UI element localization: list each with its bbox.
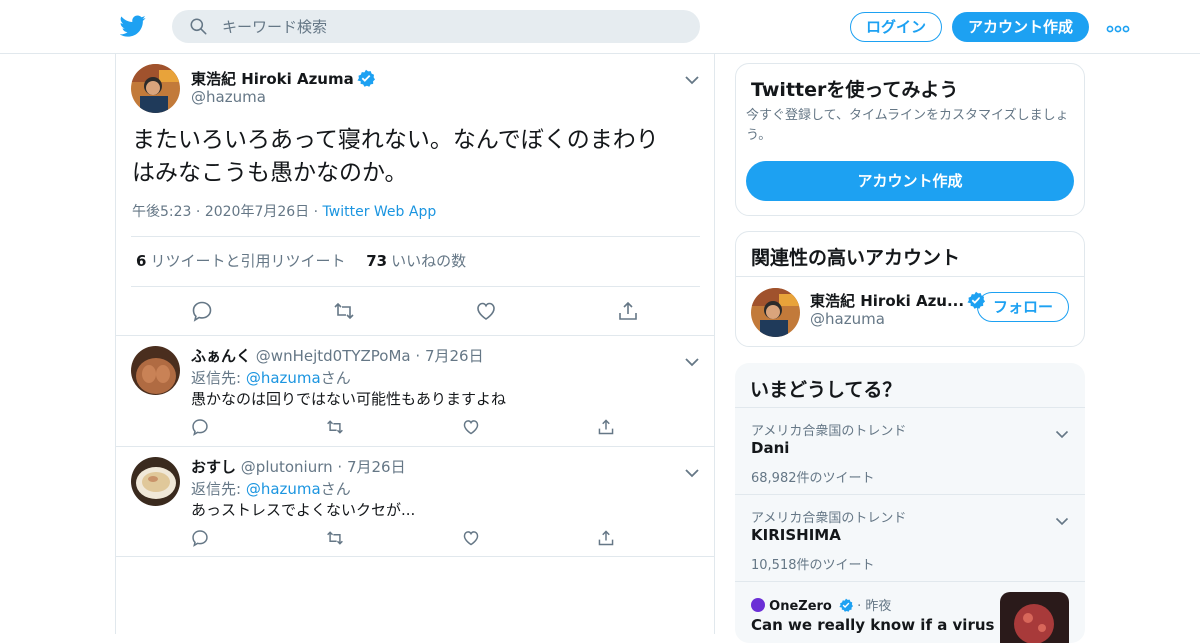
divider	[736, 276, 1084, 277]
like-icon[interactable]	[462, 418, 480, 436]
reply-tweet[interactable]: ふぁんく @wnHejtd0TYZPoMa · 7月26日 返信先: @hazu…	[116, 335, 714, 446]
news-source-line: OneZero · 昨夜	[751, 595, 891, 614]
reply-icon[interactable]	[191, 300, 213, 322]
tweet-time[interactable]: 午後5:23	[132, 204, 191, 220]
trend-item[interactable]: アメリカ合衆国のトレンド Dani 68,982件のツイート	[735, 407, 1085, 494]
like-count: 73	[366, 252, 388, 270]
trend-count: 68,982件のツイート	[751, 471, 875, 486]
retweet-icon[interactable]	[326, 529, 344, 547]
signup-button[interactable]: アカウント作成	[952, 12, 1089, 42]
news-source-name[interactable]: OneZero	[769, 599, 832, 614]
reply-text: あっストレスでよくないクセが...	[191, 501, 416, 519]
signup-card: Twitterを使ってみよう 今すぐ登録して、タイムラインをカスタマイズしましょ…	[735, 63, 1085, 216]
news-thumbnail[interactable]	[1000, 592, 1069, 643]
share-icon[interactable]	[597, 529, 615, 547]
trend-name[interactable]: KIRISHIMA	[751, 526, 841, 544]
related-accounts-card: 関連性の高いアカウント 東浩紀 Hiroki Azu... @hazuma フォ…	[735, 231, 1085, 347]
create-account-button[interactable]: アカウント作成	[746, 161, 1074, 201]
author-avatar[interactable]	[131, 64, 180, 113]
replying-to: 返信先: @hazumaさん	[191, 367, 351, 388]
replying-to-prefix: 返信先:	[191, 369, 242, 387]
reply-icon[interactable]	[191, 529, 209, 547]
news-headline[interactable]: Can we really know if a virus was	[751, 616, 1033, 634]
chevron-down-icon[interactable]	[1055, 424, 1069, 439]
retweet-label: リツイートと引用リツイート	[150, 252, 346, 270]
top-bar: ログイン アカウント作成	[0, 0, 1200, 54]
search-icon	[190, 18, 207, 35]
replying-to-link[interactable]: @hazuma	[246, 480, 321, 498]
tweet-stats: 6 リツイートと引用リツイート 73 いいねの数	[136, 250, 466, 271]
follow-button[interactable]: フォロー	[977, 292, 1069, 322]
reply-author[interactable]: おすし @plutoniurn · 7月26日	[191, 456, 406, 477]
divider	[131, 286, 700, 287]
retweet-icon[interactable]	[326, 418, 344, 436]
chevron-down-icon[interactable]	[684, 70, 700, 85]
like-icon[interactable]	[475, 300, 497, 322]
share-icon[interactable]	[597, 418, 615, 436]
news-item[interactable]: OneZero · 昨夜 Can we really know if a vir…	[735, 581, 1085, 643]
like-stat[interactable]: 73 いいねの数	[366, 252, 466, 270]
reply-date[interactable]: 7月26日	[425, 347, 484, 365]
replying-to: 返信先: @hazumaさん	[191, 478, 351, 499]
tweet-text-line: はみなこうも愚かなのか。	[132, 160, 408, 186]
signup-card-subtitle: 今すぐ登録して、タイムラインをカスタマイズしましょう。	[746, 108, 1069, 143]
search-input[interactable]	[222, 10, 682, 43]
verified-badge-icon	[839, 598, 853, 612]
replying-to-link[interactable]: @hazuma	[246, 369, 321, 387]
trend-location: アメリカ合衆国のトレンド	[751, 511, 907, 526]
reply-text: 愚かなのは回りではない可能性もありますよね	[191, 390, 507, 408]
twitter-bird-icon[interactable]	[119, 13, 146, 39]
reply-author-handle[interactable]: @wnHejtd0TYZPoMa	[256, 347, 411, 365]
related-account-name[interactable]: 東浩紀 Hiroki Azu...	[810, 290, 986, 311]
author-name[interactable]: 東浩紀 Hiroki Azuma	[191, 68, 375, 89]
related-accounts-title: 関連性の高いアカウント	[751, 247, 961, 269]
reply-author-handle[interactable]: @plutoniurn	[241, 458, 333, 476]
like-icon[interactable]	[462, 529, 480, 547]
tweet-text: またいろいろあって寝れない。なんでぼくのまわり はみなこうも愚かなのか。	[132, 124, 702, 190]
retweet-stat[interactable]: 6 リツイートと引用リツイート	[136, 252, 345, 270]
retweet-count: 6	[136, 252, 147, 270]
trend-count: 10,518件のツイート	[751, 558, 875, 573]
reply-date[interactable]: 7月26日	[347, 458, 406, 476]
tweet-meta: 午後5:23 · 2020年7月26日 · Twitter Web App	[132, 204, 437, 220]
trend-name[interactable]: Dani	[751, 439, 789, 457]
related-account-handle[interactable]: @hazuma	[810, 310, 885, 328]
main-column: 東浩紀 Hiroki Azuma @hazuma またいろいろあって寝れない。な…	[115, 54, 715, 634]
verified-badge-icon	[357, 69, 375, 87]
replying-to-suffix: さん	[320, 369, 351, 387]
signup-card-title: Twitterを使ってみよう	[751, 79, 959, 101]
chevron-down-icon[interactable]	[684, 463, 700, 478]
replying-to-prefix: 返信先:	[191, 480, 242, 498]
trends-title: いまどうしてる？	[750, 379, 902, 401]
related-account-avatar[interactable]	[751, 288, 800, 337]
tweet-date[interactable]: 2020年7月26日	[205, 204, 309, 220]
chevron-down-icon[interactable]	[1055, 511, 1069, 526]
reply-author-name[interactable]: おすし	[191, 458, 236, 476]
tweet-source-link[interactable]: Twitter Web App	[323, 204, 437, 220]
reply-avatar[interactable]	[131, 346, 180, 395]
retweet-icon[interactable]	[333, 300, 355, 322]
login-button[interactable]: ログイン	[850, 12, 942, 42]
search-bar[interactable]	[172, 10, 700, 43]
divider	[131, 236, 700, 237]
news-time: 昨夜	[865, 599, 892, 614]
chevron-down-icon[interactable]	[684, 352, 700, 367]
trend-location: アメリカ合衆国のトレンド	[751, 424, 907, 439]
replying-to-suffix: さん	[320, 480, 351, 498]
reply-author-name[interactable]: ふぁんく	[191, 347, 251, 365]
author-display-name[interactable]: 東浩紀 Hiroki Azuma	[191, 70, 354, 88]
reply-tweet[interactable]: おすし @plutoniurn · 7月26日 返信先: @hazumaさん あ…	[116, 446, 714, 557]
reply-author[interactable]: ふぁんく @wnHejtd0TYZPoMa · 7月26日	[191, 345, 484, 366]
like-label: いいねの数	[391, 252, 467, 270]
reply-avatar[interactable]	[131, 457, 180, 506]
tweet-text-line: またいろいろあって寝れない。なんでぼくのまわり	[132, 127, 659, 153]
trend-item[interactable]: アメリカ合衆国のトレンド KIRISHIMA 10,518件のツイート	[735, 494, 1085, 581]
share-icon[interactable]	[617, 300, 639, 322]
reply-icon[interactable]	[191, 418, 209, 436]
onezero-logo-icon	[751, 598, 765, 612]
trends-panel: いまどうしてる？ アメリカ合衆国のトレンド Dani 68,982件のツイート …	[735, 363, 1085, 643]
related-account-display-name[interactable]: 東浩紀 Hiroki Azu...	[810, 292, 964, 310]
more-options-icon[interactable]	[1106, 20, 1130, 33]
author-handle[interactable]: @hazuma	[191, 88, 266, 106]
